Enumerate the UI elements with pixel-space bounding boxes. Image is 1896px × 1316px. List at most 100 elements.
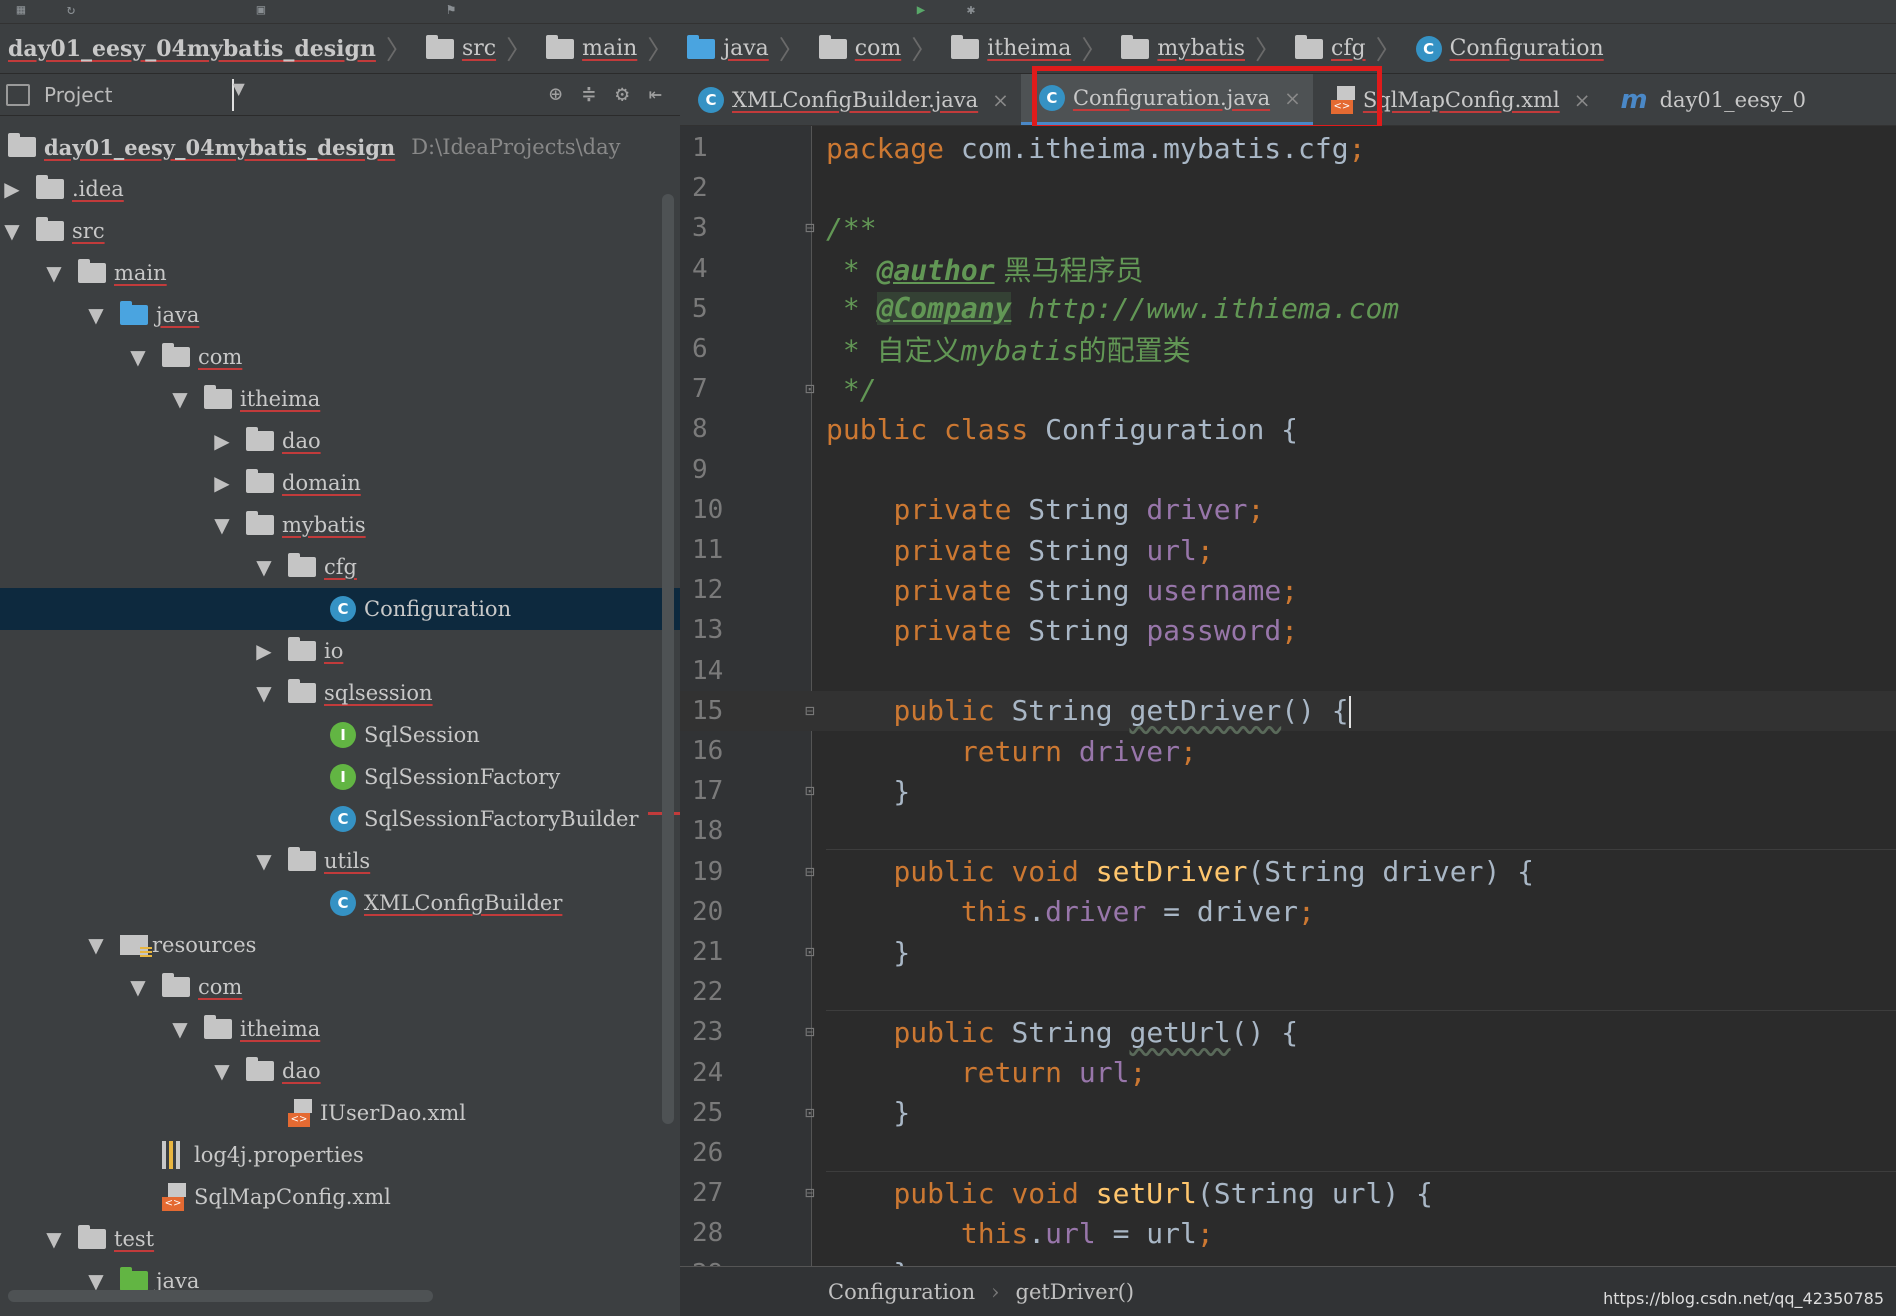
code-line[interactable]: 15 ⊟ public String getDriver() { [680,690,1896,731]
code-line[interactable]: 5 * @Company http://www.ithiema.com [680,289,1896,329]
status-class-name[interactable]: Configuration [828,1280,975,1304]
code-line[interactable]: 4 * @author 黑马程序员 [680,249,1896,289]
editor-tab[interactable]: SqlMapConfig.xml × [1313,74,1603,125]
close-icon[interactable]: × [992,88,1009,112]
expand-arrow-icon[interactable]: ▼ [170,1017,190,1041]
fold-open-icon[interactable]: ⊟ [800,1183,820,1203]
code-line[interactable]: 3 ⊟ /** [680,208,1896,248]
editor-tab[interactable]: C Configuration.java × [1020,74,1313,125]
tree-row[interactable]: C SqlSessionFactoryBuilder [0,798,680,840]
code-line[interactable]: 27 ⊟ public void setUrl(String url) { [680,1173,1896,1213]
tree-row[interactable]: ▼ itheima [0,1008,680,1050]
gear-icon[interactable]: ⚙ [616,82,629,107]
tree-row[interactable]: ▶ .idea [0,168,680,210]
tree-row[interactable]: ▼ com [0,336,680,378]
code-line[interactable]: 23 ⊟ public String getUrl() { [680,1012,1896,1052]
debug-icon[interactable]: ✱ [960,2,982,18]
fold-close-icon[interactable]: ⊡ [800,942,820,962]
close-icon[interactable]: × [1284,86,1301,110]
tree-row[interactable]: ▼ com [0,966,680,1008]
tree-row[interactable]: ▼ sqlsession [0,672,680,714]
code-line[interactable]: 16 return driver; [680,731,1896,771]
status-method-name[interactable]: getDriver() [1016,1280,1135,1304]
expand-arrow-icon[interactable]: ▼ [254,849,274,873]
code-line[interactable]: 2 [680,168,1896,208]
tree-row[interactable]: C Configuration [0,588,680,630]
tree-row[interactable]: ▼ test [0,1218,680,1260]
tree-row[interactable]: ▶ domain [0,462,680,504]
tree-row[interactable]: ▼ java [0,294,680,336]
code-line[interactable]: 19 ⊟ public void setDriver(String driver)… [680,852,1896,892]
collapse-arrow-icon[interactable]: ▶ [254,639,274,663]
expand-arrow-icon[interactable]: ▼ [2,219,22,243]
tree-row[interactable]: log4j.properties [0,1134,680,1176]
collapse-arrow-icon[interactable]: ▶ [2,177,22,201]
expand-arrow-icon[interactable]: ▼ [254,555,274,579]
expand-arrow-icon[interactable]: ▼ [44,1227,64,1251]
tree-row[interactable]: I SqlSessionFactory [0,756,680,798]
breadcrumb-item[interactable]: com 〉 [811,24,943,73]
collapse-arrow-icon[interactable]: ▶ [212,429,232,453]
expand-arrow-icon[interactable]: ▼ [212,1059,232,1083]
toolbar-icon[interactable]: ↻ [60,2,82,18]
expand-arrow-icon[interactable]: ▼ [44,261,64,285]
code-line[interactable]: 9 [680,450,1896,490]
fold-open-icon[interactable]: ⊟ [800,1022,820,1042]
fold-close-icon[interactable]: ⊡ [800,1103,820,1123]
project-tree-horizontal-scrollbar[interactable] [8,1290,433,1302]
code-line[interactable]: 10 private String driver; [680,490,1896,530]
code-line[interactable]: 6 * 自定义mybatis的配置类 [680,329,1896,369]
code-line[interactable]: 24 return url; [680,1053,1896,1093]
fold-close-icon[interactable]: ⊡ [800,379,820,399]
tree-row[interactable]: C XMLConfigBuilder [0,882,680,924]
code-line[interactable]: 29 } [680,1254,1896,1266]
expand-arrow-icon[interactable]: ▼ [128,345,148,369]
code-line[interactable]: 20 this.driver = driver; [680,892,1896,932]
editor-tab[interactable]: C XMLConfigBuilder.java × [680,74,1021,125]
code-line[interactable]: 28 this.url = url; [680,1213,1896,1253]
code-line[interactable]: 1 package com.itheima.mybatis.cfg; [680,128,1896,168]
tree-row[interactable]: ▼ cfg [0,546,680,588]
hide-panel-icon[interactable]: ⇤ [649,82,662,107]
collapse-arrow-icon[interactable]: ▶ [212,471,232,495]
editor-tab[interactable]: m day01_eesy_0 [1603,74,1819,125]
tree-row[interactable]: ▼ mybatis [0,504,680,546]
fold-open-icon[interactable]: ⊟ [800,218,820,238]
expand-arrow-icon[interactable]: ▼ [128,975,148,999]
toolbar-icon[interactable]: ⚑ [440,2,462,18]
code-line[interactable]: 18 [680,811,1896,851]
code-line[interactable]: 22 [680,972,1896,1012]
code-line[interactable]: 26 [680,1133,1896,1173]
breadcrumb-item[interactable]: C Configuration [1408,24,1610,73]
code-line[interactable]: 17 ⊡ } [680,771,1896,811]
code-line[interactable]: 7 ⊡ */ [680,369,1896,409]
tree-row[interactable]: ▶ dao [0,420,680,462]
chevron-down-icon[interactable]: ▼ [232,78,245,111]
run-icon[interactable]: ▶ [910,2,932,18]
code-line[interactable]: 25 ⊡ } [680,1093,1896,1133]
breadcrumb-item[interactable]: src 〉 [418,24,538,73]
code-line[interactable]: 14 [680,651,1896,691]
code-line[interactable]: 11 private String url; [680,530,1896,570]
breadcrumb-item[interactable]: cfg 〉 [1287,24,1408,73]
fold-close-icon[interactable]: ⊡ [800,781,820,801]
breadcrumb-item[interactable]: itheima 〉 [943,24,1113,73]
tree-row[interactable]: ▼ main [0,252,680,294]
tree-row[interactable]: day01_eesy_04mybatis_design D:\IdeaProjec… [0,126,680,168]
close-icon[interactable]: × [1574,88,1591,112]
code-line[interactable]: 12 private String username; [680,570,1896,610]
collapse-all-icon[interactable]: ≑ [582,82,595,107]
expand-arrow-icon[interactable]: ▼ [86,303,106,327]
project-tree-scrollbar[interactable] [662,194,674,1124]
tree-row[interactable]: ▼ dao [0,1050,680,1092]
tree-row[interactable]: I SqlSession [0,714,680,756]
tree-row[interactable]: ▼ src [0,210,680,252]
expand-arrow-icon[interactable]: ▼ [170,387,190,411]
tree-row[interactable]: SqlMapConfig.xml [0,1176,680,1218]
breadcrumb-item[interactable]: java 〉 [679,24,811,73]
code-line[interactable]: 13 private String password; [680,610,1896,650]
tree-row[interactable]: ▼ resources [0,924,680,966]
breadcrumb-item[interactable]: day01_eesy_04mybatis_design 〉 [0,24,418,73]
tree-row[interactable]: IUserDao.xml [0,1092,680,1134]
code-editor[interactable]: 1 package com.itheima.mybatis.cfg; 2 3 ⊟/** 4… [680,126,1896,1266]
